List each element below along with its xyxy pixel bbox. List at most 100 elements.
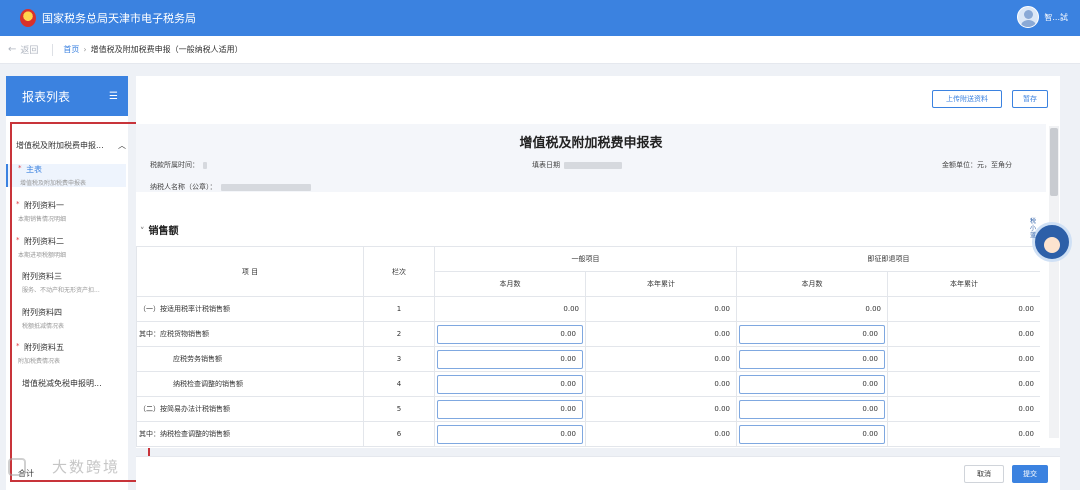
row-line: 3 xyxy=(363,346,435,372)
sidebar-item-main-table[interactable]: * 主表 增值税及附加税费申报表 xyxy=(6,164,126,187)
row-line: 1 xyxy=(363,296,435,322)
watermark-logo-icon xyxy=(8,457,26,476)
amount-input[interactable]: 0.00 xyxy=(437,374,583,394)
collapse-menu-icon[interactable]: ☰ xyxy=(109,91,118,102)
back-arrow-icon[interactable]: ← xyxy=(8,44,16,55)
main-content: 上传附送资料 暂存 增值税及附加税费申报表 税款所属时间： 填表日期 金额单位：… xyxy=(136,76,1060,448)
cell-value: 0.00 xyxy=(887,321,1040,347)
sidebar-item-sub: 本期销售情况明细 xyxy=(18,216,67,223)
chevron-up-icon[interactable]: ︿ xyxy=(118,140,126,151)
user-menu[interactable]: 智...試 xyxy=(1017,6,1068,28)
cell-value: 0.00 xyxy=(434,296,586,322)
col-header-line: 栏次 xyxy=(363,246,435,297)
sidebar-item-sub: 增值税及附加税费申报表 xyxy=(20,180,87,187)
back-link[interactable]: 返回 xyxy=(20,43,38,56)
cell-value: 0.00 xyxy=(585,321,737,347)
sidebar-item-label: 增值税减免税申报明... xyxy=(22,379,102,388)
cancel-button[interactable]: 取消 xyxy=(964,465,1004,483)
taxpayer-label: 纳税人名称（公章）： xyxy=(150,183,217,191)
sidebar-item-schedule-1[interactable]: * 附列资料一 本期销售情况明细 xyxy=(6,200,126,223)
row-name: 纳税检查调整的销售额 xyxy=(136,371,364,397)
fill-date: 填表日期 xyxy=(532,160,622,170)
breadcrumb-separator: › xyxy=(83,45,87,54)
section-header[interactable]: ˅ 销售额 xyxy=(140,222,179,237)
table-row: （二）按简易办法计税销售额 5 0.00 0.00 0.00 0.00 xyxy=(136,396,1040,422)
sidebar-item-schedule-4[interactable]: 附列资料四 税额抵减情况表 xyxy=(6,307,126,330)
sales-table: 项 目 栏次 一般项目 即征即退项目 本月数 本年累计 本月数 本年累计 （一）… xyxy=(136,246,1040,448)
row-name: （二）按简易办法计税销售额 xyxy=(136,396,364,422)
report-list-title: 报表列表 xyxy=(22,89,71,104)
col-header-year: 本年累计 xyxy=(887,271,1040,297)
sidebar-item-sub: 附加税费情况表 xyxy=(18,358,61,365)
report-list-header: 报表列表 ☰ xyxy=(6,76,128,116)
tax-period-label: 税款所属时间： xyxy=(150,161,199,169)
cell-value: 0.00 xyxy=(887,296,1040,322)
top-bar: 国家税务总局天津市电子税务局 智...試 xyxy=(0,0,1080,36)
tax-period: 税款所属时间： xyxy=(150,160,207,170)
amount-input[interactable]: 0.00 xyxy=(437,399,583,419)
breadcrumb-home-link[interactable]: 首页 xyxy=(63,44,79,55)
watermark-text: 大数跨境 xyxy=(52,458,121,476)
user-name[interactable]: 智...試 xyxy=(1044,12,1068,23)
cell-value: 0.00 xyxy=(585,371,737,397)
col-header-month: 本月数 xyxy=(434,271,586,297)
form-title: 增值税及附加税费申报表 xyxy=(519,136,663,151)
required-mark: * xyxy=(18,164,22,172)
col-header-year: 本年累计 xyxy=(585,271,737,297)
table-row: 其中：应税货物销售额 2 0.00 0.00 0.00 0.00 xyxy=(136,321,1040,347)
cell-value: 0.00 xyxy=(736,296,888,322)
amount-input[interactable]: 0.00 xyxy=(437,324,583,344)
amount-input[interactable]: 0.00 xyxy=(739,399,885,419)
table-row: 其中：纳税检查调整的销售额 6 0.00 0.00 0.00 0.00 xyxy=(136,421,1040,447)
sidebar-item-exemption[interactable]: 增值税减免税申报明... xyxy=(6,378,126,389)
mascot-label[interactable]: 税小蓝 xyxy=(1030,218,1040,239)
row-name: （一）按适用税率计税销售额 xyxy=(136,296,364,322)
amount-input[interactable]: 0.00 xyxy=(739,424,885,444)
row-line: 6 xyxy=(363,421,435,447)
upload-attachments-button[interactable]: 上传附送资料 xyxy=(932,90,1002,108)
cell-value: 0.00 xyxy=(887,421,1040,447)
table-row: 应税劳务销售额 3 0.00 0.00 0.00 0.00 xyxy=(136,346,1040,372)
breadcrumb: ← 返回 首页 › 增值税及附加税费申报（一般纳税人适用） xyxy=(0,36,1080,64)
cell-value: 0.00 xyxy=(887,371,1040,397)
fill-date-label: 填表日期 xyxy=(532,161,560,169)
row-name: 其中：应税货物销售额 xyxy=(136,321,364,347)
cell-value: 0.00 xyxy=(585,421,737,447)
scrollbar-thumb[interactable] xyxy=(1050,128,1058,196)
cell-value: 0.00 xyxy=(887,346,1040,372)
redacted-value xyxy=(220,183,311,191)
submit-button[interactable]: 提交 xyxy=(1012,465,1048,483)
required-mark: * xyxy=(16,236,20,244)
avatar[interactable] xyxy=(1017,6,1040,28)
col-group-refund: 即征即退项目 xyxy=(736,246,1040,272)
sidebar-item-label: 主表 xyxy=(26,165,42,174)
amount-input[interactable]: 0.00 xyxy=(437,349,583,369)
watermark: 大数跨境 xyxy=(8,456,120,477)
row-name: 应税劳务销售额 xyxy=(136,346,364,372)
redacted-value xyxy=(203,161,207,169)
required-mark: * xyxy=(16,342,20,350)
col-header-item: 项 目 xyxy=(136,246,364,297)
table-row: （一）按适用税率计税销售额 1 0.00 0.00 0.00 0.00 xyxy=(136,296,1040,322)
amount-input[interactable]: 0.00 xyxy=(739,374,885,394)
amount-unit: 金额单位：元，至角分 xyxy=(942,161,1012,169)
row-line: 5 xyxy=(363,396,435,422)
chevron-down-icon[interactable]: ˅ xyxy=(140,227,145,237)
tree-root-label: 增值税及附加税费申报... xyxy=(16,141,104,150)
col-header-month: 本月数 xyxy=(736,271,888,297)
tree-root-item[interactable]: 增值税及附加税费申报... ︿ xyxy=(16,140,126,151)
breadcrumb-current: 增值税及附加税费申报（一般纳税人适用） xyxy=(90,45,243,54)
amount-input[interactable]: 0.00 xyxy=(437,424,583,444)
sidebar-item-schedule-3[interactable]: 附列资料三 服务、不动产和无形资产扣... xyxy=(6,271,126,294)
save-draft-button[interactable]: 暂存 xyxy=(1012,90,1048,108)
section-title: 销售额 xyxy=(148,226,179,237)
redacted-value xyxy=(564,161,622,169)
sidebar-item-schedule-2[interactable]: * 附列资料二 本期进项税额明细 xyxy=(6,236,126,259)
amount-input[interactable]: 0.00 xyxy=(739,324,885,344)
cell-value: 0.00 xyxy=(585,346,737,372)
table-row: 纳税检查调整的销售额 4 0.00 0.00 0.00 0.00 xyxy=(136,371,1040,397)
col-group-general: 一般项目 xyxy=(434,246,737,272)
sidebar-item-schedule-5[interactable]: * 附列资料五 附加税费情况表 xyxy=(6,342,126,365)
sidebar-item-label: 附列资料二 xyxy=(24,237,64,246)
amount-input[interactable]: 0.00 xyxy=(739,349,885,369)
